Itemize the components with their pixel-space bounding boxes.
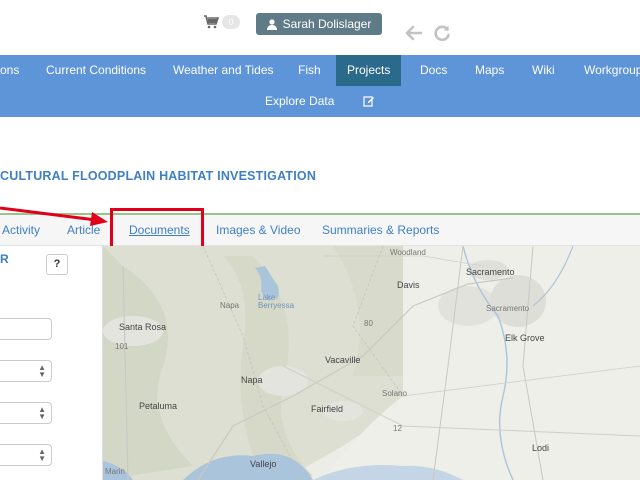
tab-summaries-reports[interactable]: Summaries & Reports <box>322 215 439 245</box>
help-button[interactable]: ? <box>46 254 68 275</box>
map-label-vacaville: Vacaville <box>325 355 361 365</box>
cart-icon <box>204 15 219 29</box>
user-menu-button[interactable]: Sarah Dolislager <box>256 13 382 35</box>
map-label-hwy-80: 80 <box>364 319 373 328</box>
nav-item-fish[interactable]: Fish <box>298 55 321 86</box>
nav-item-wiki[interactable]: Wiki <box>532 55 555 86</box>
map-label-santa-rosa: Santa Rosa <box>119 322 167 332</box>
map-label-fairfield: Fairfield <box>311 404 344 414</box>
main-navigation: ons Current Conditions Weather and Tides… <box>0 55 640 117</box>
map-label-woodland: Woodland <box>390 248 426 257</box>
map-label-hwy-12: 12 <box>393 424 402 433</box>
map-label-lodi: Lodi <box>532 443 550 453</box>
tab-images-video[interactable]: Images & Video <box>216 215 301 245</box>
select-caret-icon: ▲ ▼ <box>38 405 46 421</box>
nav-item-docs[interactable]: Docs <box>420 55 447 86</box>
nav-item-projects[interactable]: Projects <box>336 55 402 86</box>
project-title: CULTURAL FLOODPLAIN HABITAT INVESTIGATIO… <box>0 169 317 183</box>
nav-item-explore-data[interactable]: Explore Data <box>265 88 334 115</box>
nav-item-current-conditions[interactable]: Current Conditions <box>46 55 146 86</box>
filter-select-3[interactable]: ▲ ▼ <box>0 444 52 466</box>
filter-select-1[interactable]: ▲ ▼ <box>0 360 52 382</box>
nav-item-weather-and-tides[interactable]: Weather and Tides <box>173 55 274 86</box>
map-label-davis: Davis <box>397 280 420 290</box>
map-label-marin: Marin <box>105 467 126 476</box>
cart-count-badge: 0 <box>222 15 240 29</box>
map-label-hwy-101: 101 <box>115 342 129 351</box>
map-label-lake-berryessa: Lake Berryessa <box>258 293 295 310</box>
select-caret-icon: ▲ ▼ <box>38 447 46 463</box>
filter-select-2[interactable]: ▲ ▼ <box>0 402 52 424</box>
map-label-sacramento: Sacramento <box>466 267 515 277</box>
map-label-elk-grove: Elk Grove <box>505 333 545 343</box>
map-label-petaluma: Petaluma <box>139 401 178 411</box>
user-name: Sarah Dolislager <box>282 17 372 31</box>
nav-item-locations[interactable]: ons <box>0 55 19 86</box>
map-label-vallejo: Vallejo <box>250 459 277 469</box>
map-label-solano-county: Solano <box>382 389 407 398</box>
map-label-napa: Napa <box>241 375 263 385</box>
map-label-sacramento-county: Sacramento <box>486 304 530 313</box>
select-caret-icon: ▲ ▼ <box>38 363 46 379</box>
reload-icon[interactable] <box>433 24 451 42</box>
user-icon <box>266 18 277 30</box>
annotation-arrow <box>0 206 108 226</box>
cart-button[interactable]: 0 <box>203 15 240 29</box>
project-map[interactable]: Woodland Davis Sacramento Sacramento Nap… <box>103 246 640 480</box>
back-arrow-icon[interactable] <box>405 25 423 41</box>
edit-icon[interactable] <box>363 95 375 107</box>
top-bar: 0 Sarah Dolislager <box>0 0 640 55</box>
map-basemap <box>103 246 640 480</box>
nav-item-maps[interactable]: Maps <box>475 55 504 86</box>
map-label-napa-county: Napa <box>220 301 240 310</box>
search-input[interactable] <box>0 318 52 340</box>
sidebar-heading: R <box>0 252 9 266</box>
nav-item-workgroup[interactable]: Workgroup <box>584 55 640 86</box>
